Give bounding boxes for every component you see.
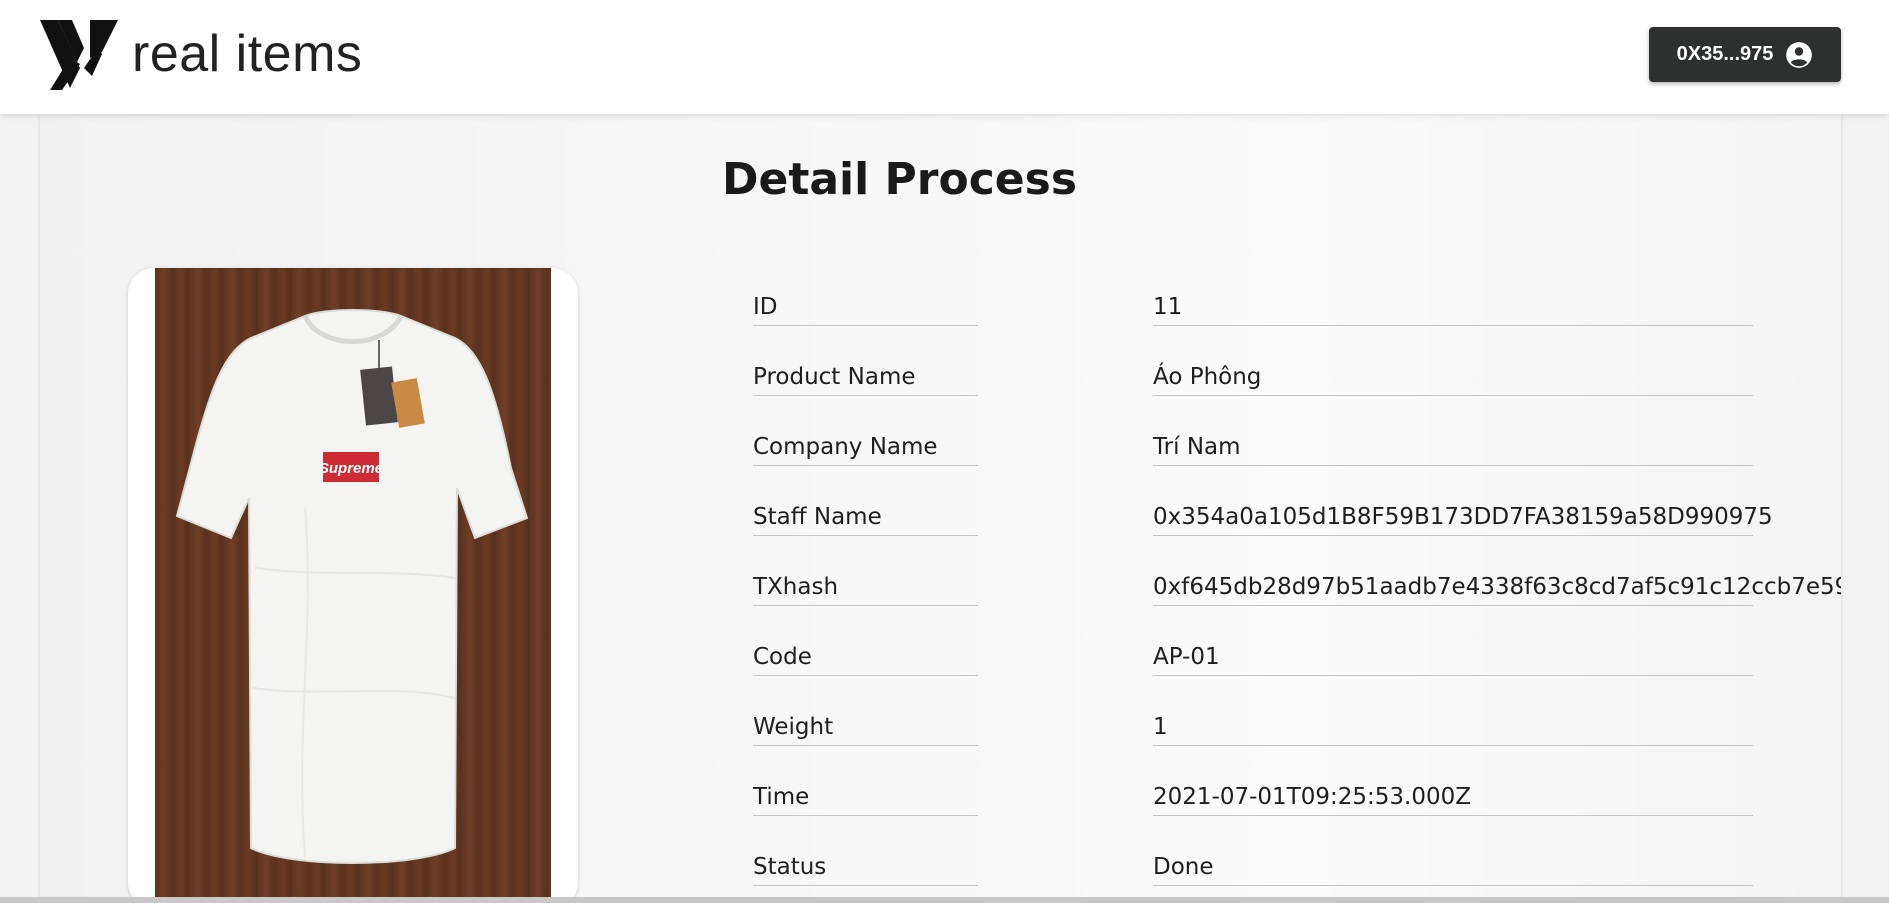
detail-label: ID — [753, 286, 978, 326]
account-button[interactable]: 0X35...975 — [1649, 27, 1841, 82]
brand-name: real items — [132, 25, 363, 83]
detail-label: Time — [753, 776, 978, 816]
detail-value: AP-01 — [1153, 636, 1753, 676]
shirt-print-text: Supreme — [319, 460, 383, 477]
app-header: real items 0X35...975 — [0, 0, 1889, 114]
detail-label: Product Name — [753, 356, 978, 396]
detail-label: Staff Name — [753, 496, 978, 536]
detail-label: Weight — [753, 706, 978, 746]
detail-label: Status — [753, 846, 978, 886]
detail-value: Trí Nam — [1153, 426, 1753, 466]
detail-value: 2021-07-01T09:25:53.000Z — [1153, 776, 1753, 816]
brand-logo[interactable]: real items — [40, 18, 362, 90]
product-image-frame: Supreme — [128, 268, 578, 903]
detail-label: Code — [753, 636, 978, 676]
product-image: Supreme — [155, 268, 551, 903]
detail-value: 0x354a0a105d1B8F59B173DD7FA38159a58D9909… — [1153, 496, 1773, 536]
detail-value: 11 — [1153, 286, 1753, 326]
detail-label: TXhash — [753, 566, 978, 606]
horizontal-scrollbar[interactable] — [0, 897, 1889, 903]
detail-value: 0xf645db28d97b51aadb7e4338f63c8cd7af5c91… — [1153, 566, 1841, 606]
detail-value: 1 — [1153, 706, 1753, 746]
detail-value: Done — [1153, 846, 1753, 886]
real-items-logo-icon — [40, 20, 118, 90]
detail-label: Company Name — [753, 426, 978, 466]
detail-card: Detail Process Supreme ID 11 Product Nam… — [40, 114, 1841, 903]
page-title: Detail Process — [721, 154, 1078, 205]
account-address: 0X35...975 — [1676, 43, 1774, 65]
tshirt-illustration: Supreme — [175, 309, 529, 864]
detail-value: Áo Phông — [1153, 356, 1753, 396]
account-circle-icon — [1786, 41, 1813, 68]
